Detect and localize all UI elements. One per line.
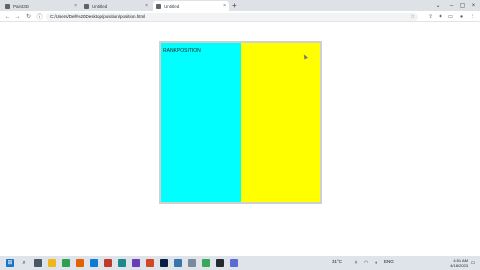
tray-chevron-icon[interactable]: ˄: [352, 259, 360, 267]
camtasia-icon[interactable]: [202, 259, 210, 267]
store-icon[interactable]: [230, 259, 238, 267]
tab-favicon-icon: [5, 3, 10, 9]
windows-taskbar: ⊞ ⌕ 31°C ˄ ◠ ◖ ENG 4:51 AM 4/18/2023 ▭: [0, 256, 480, 270]
language-indicator[interactable]: ENG: [384, 259, 394, 264]
share-icon[interactable]: ⇪: [426, 12, 435, 21]
tab-title: Paint3D: [13, 3, 30, 9]
extensions-icon[interactable]: ✦: [436, 12, 445, 21]
tab-paint3d[interactable]: Paint3D ×: [2, 1, 80, 11]
calendar-icon[interactable]: [104, 259, 112, 267]
new-tab-button[interactable]: +: [232, 1, 237, 10]
notepad-icon[interactable]: [188, 259, 196, 267]
maximize-button[interactable]: ▢: [457, 0, 468, 11]
tab-favicon-icon: [156, 3, 161, 9]
tab-title: Untitled: [164, 3, 180, 9]
file-explorer-icon[interactable]: [48, 259, 56, 267]
weather-readout[interactable]: 31°C: [332, 259, 342, 264]
tab-untitled-active[interactable]: Untitled ×: [153, 1, 229, 11]
cyan-box: RANKPOSITION: [161, 43, 241, 202]
photos-icon[interactable]: [90, 259, 98, 267]
notifications-icon[interactable]: ▭: [469, 259, 477, 267]
windows-icon[interactable]: ⊞: [6, 259, 14, 267]
sidebar-icon[interactable]: ▭: [446, 12, 455, 21]
terminal-icon[interactable]: [216, 259, 224, 267]
minimize-button[interactable]: –: [446, 0, 457, 11]
taskbar-clock[interactable]: 4:51 AM 4/18/2023: [450, 258, 468, 268]
forward-arrow-icon[interactable]: →: [13, 12, 22, 21]
browser-toolbar: ← → ↻ ⓘ C:/Users/Dell%20Desktop/position…: [0, 11, 480, 22]
address-bar[interactable]: C:/Users/Dell%20Desktop/position/positio…: [46, 12, 418, 21]
back-arrow-icon[interactable]: ←: [3, 12, 12, 21]
close-window-button[interactable]: ×: [468, 0, 479, 11]
tab-close-icon[interactable]: ×: [74, 3, 77, 9]
address-url: C:/Users/Dell%20Desktop/position/positio…: [50, 14, 146, 19]
tab-close-icon[interactable]: ×: [145, 3, 148, 9]
office-icon[interactable]: [146, 259, 154, 267]
firefox-icon[interactable]: [76, 259, 84, 267]
tab-favicon-icon: [84, 3, 89, 9]
browser-tab-strip: Paint3D × Untitled × Untitled × + ⌄ – ▢ …: [0, 0, 480, 11]
tab-search-chevron-icon[interactable]: ⌄: [430, 0, 446, 11]
search-icon[interactable]: ⌕: [20, 259, 28, 267]
clock-date: 4/18/2023: [450, 263, 468, 268]
edge-icon[interactable]: [118, 259, 126, 267]
tab-close-icon[interactable]: ×: [223, 3, 226, 9]
container-frame: RANKPOSITION: [159, 41, 322, 204]
tab-title: Untitled: [92, 3, 108, 9]
box-label: RANKPOSITION: [163, 48, 201, 54]
wifi-icon[interactable]: ◠: [362, 259, 370, 267]
tab-untitled-1[interactable]: Untitled ×: [81, 1, 151, 11]
python-icon[interactable]: [174, 259, 182, 267]
menu-dots-icon[interactable]: ⋮: [468, 12, 477, 21]
chrome-icon[interactable]: [62, 259, 70, 267]
site-info-icon[interactable]: ⓘ: [35, 12, 44, 21]
task-view-icon[interactable]: [34, 259, 42, 267]
bookmark-star-icon[interactable]: ☆: [411, 14, 415, 20]
reload-icon[interactable]: ↻: [24, 12, 33, 21]
profile-icon[interactable]: ●: [457, 12, 466, 21]
visual-studio-icon[interactable]: [132, 259, 140, 267]
photoshop-icon[interactable]: [160, 259, 168, 267]
yellow-box: [241, 43, 320, 202]
volume-icon[interactable]: ◖: [372, 259, 380, 267]
